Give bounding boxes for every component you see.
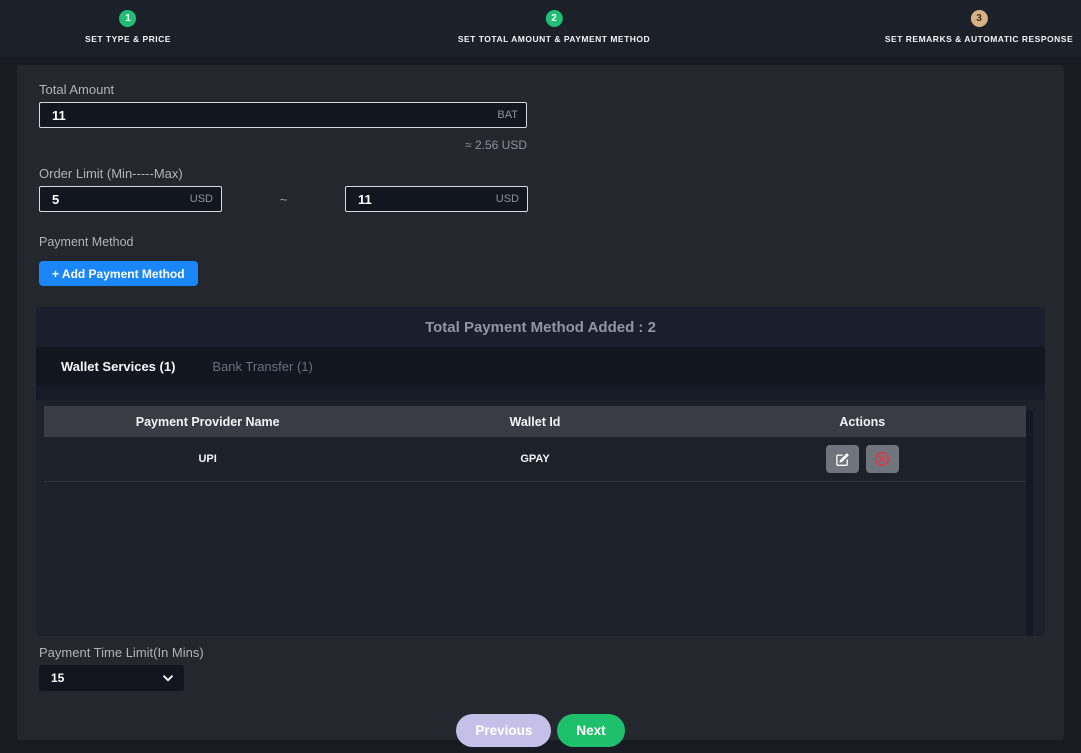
table-scrollbar[interactable] <box>1026 410 1033 636</box>
total-amount-unit: BAT <box>497 109 526 121</box>
edit-payment-method-button[interactable] <box>826 445 859 473</box>
payment-methods-count-title: Total Payment Method Added : 2 <box>36 307 1045 347</box>
payment-methods-table: Payment Provider Name Wallet Id Actions … <box>44 406 1026 482</box>
tab-wallet-services[interactable]: Wallet Services (1) <box>49 359 187 374</box>
next-button[interactable]: Next <box>557 714 624 747</box>
total-amount-label: Total Amount <box>39 65 1064 97</box>
step-3-badge: 3 <box>971 10 988 27</box>
step-1-label: SET TYPE & PRICE <box>85 34 171 44</box>
step-2-label: SET TOTAL AMOUNT & PAYMENT METHOD <box>458 34 650 44</box>
payment-method-tabs: Wallet Services (1) Bank Transfer (1) <box>36 347 1045 385</box>
create-ad-wizard-page: 1 SET TYPE & PRICE 2 SET TOTAL AMOUNT & … <box>0 0 1081 753</box>
edit-pencil-square-icon <box>835 452 850 467</box>
panel-divider-strip <box>36 385 1045 400</box>
cancel-circle-icon <box>874 451 890 467</box>
order-limit-max-unit: USD <box>496 193 527 205</box>
step-3-label: SET REMARKS & AUTOMATIC RESPONSE <box>885 34 1073 44</box>
previous-button[interactable]: Previous <box>456 714 551 747</box>
order-limit-separator: ~ <box>222 186 345 212</box>
delete-payment-method-button[interactable] <box>866 445 899 473</box>
step-form-card: Total Amount BAT ≈ 2.56 USD Order Limit … <box>17 65 1064 740</box>
payment-time-limit-label: Payment Time Limit(In Mins) <box>39 645 1064 660</box>
step-2-badge: 2 <box>545 10 562 27</box>
tab-bank-transfer[interactable]: Bank Transfer (1) <box>200 359 324 374</box>
wizard-stepper: 1 SET TYPE & PRICE 2 SET TOTAL AMOUNT & … <box>0 0 1081 57</box>
order-limit-max-input[interactable] <box>346 192 496 207</box>
order-limit-row: USD ~ USD <box>17 181 1064 212</box>
table-header-row: Payment Provider Name Wallet Id Actions <box>44 406 1026 437</box>
cell-actions <box>699 445 1026 473</box>
cell-provider-name: UPI <box>44 453 371 465</box>
step-set-type-price[interactable]: 1 SET TYPE & PRICE <box>85 8 171 44</box>
total-amount-input[interactable] <box>40 108 497 123</box>
order-limit-min-input[interactable] <box>40 192 190 207</box>
order-limit-min-field: USD <box>39 186 222 212</box>
column-header-wallet-id: Wallet Id <box>371 415 698 429</box>
order-limit-min-unit: USD <box>190 193 221 205</box>
total-amount-field: BAT <box>39 102 527 128</box>
column-header-provider: Payment Provider Name <box>44 415 371 429</box>
payment-methods-table-area: Payment Provider Name Wallet Id Actions … <box>36 406 1045 636</box>
payment-methods-panel: Total Payment Method Added : 2 Wallet Se… <box>36 307 1045 636</box>
cell-wallet-id: GPAY <box>371 453 698 465</box>
payment-time-limit-select[interactable]: 15 <box>39 665 184 691</box>
add-payment-method-button[interactable]: + Add Payment Method <box>39 261 198 286</box>
table-row: UPI GPAY <box>44 437 1026 482</box>
approx-usd-value: ≈ 2.56 USD <box>39 138 527 152</box>
step-1-badge: 1 <box>120 10 137 27</box>
order-limit-label: Order Limit (Min-----Max) <box>39 166 1064 181</box>
payment-method-label: Payment Method <box>39 235 1064 249</box>
step-set-remarks[interactable]: 3 SET REMARKS & AUTOMATIC RESPONSE <box>885 8 1073 44</box>
column-header-actions: Actions <box>699 415 1026 429</box>
order-limit-max-field: USD <box>345 186 528 212</box>
step-set-total-amount[interactable]: 2 SET TOTAL AMOUNT & PAYMENT METHOD <box>458 8 650 44</box>
payment-time-limit-field: 15 <box>39 665 184 691</box>
wizard-nav-buttons: Previous Next <box>17 714 1064 747</box>
